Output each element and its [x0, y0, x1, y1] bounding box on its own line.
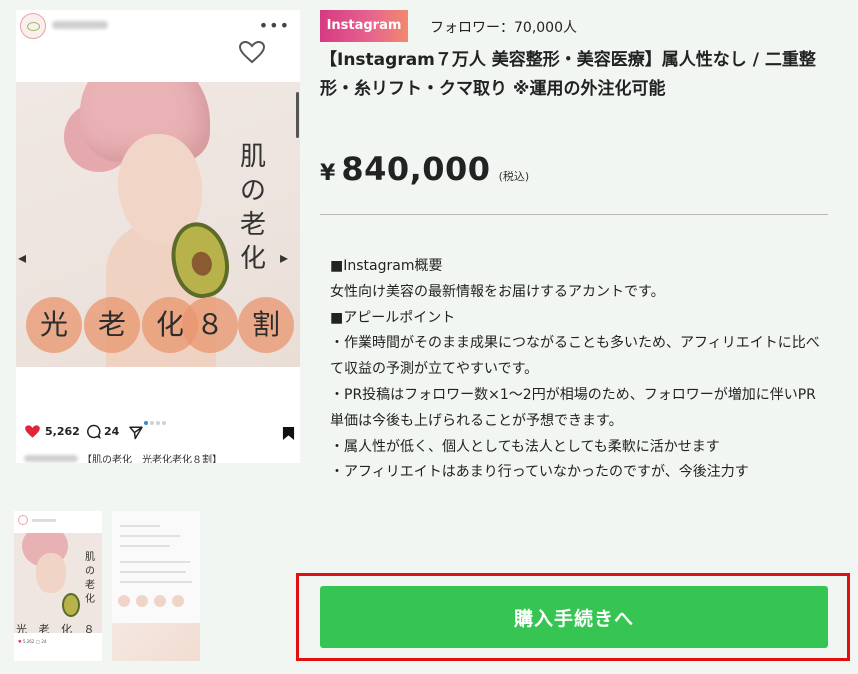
- purchase-button[interactable]: 購入手続きへ: [320, 586, 828, 648]
- share-icon[interactable]: [128, 425, 144, 440]
- post-photo[interactable]: 肌 の 老 化 光 老 化 ８ 割: [16, 82, 300, 367]
- blurred-account-name: [52, 21, 108, 29]
- thumbnail-profile-screenshot: [112, 511, 200, 661]
- thumbnail-2[interactable]: [112, 511, 200, 661]
- followers-count: フォロワー：70,000人: [430, 20, 577, 36]
- post-actions: 5,262 24: [24, 424, 295, 444]
- post-caption: 【肌の老化 光老化老化８割】: [24, 451, 222, 463]
- image-scrollbar[interactable]: [296, 92, 299, 138]
- thumbnail-photo: 肌 の 老 化 光 老 化 ８ 割: [14, 533, 102, 633]
- comment-icon: [87, 424, 101, 439]
- chevron-left-icon[interactable]: ◂: [18, 248, 26, 267]
- description-line: ・作業時間がそのまま成果につながることも多いため、アフィリエイトに比べて収益の予…: [330, 335, 820, 378]
- heart-filled-icon: [25, 425, 40, 438]
- comments-count[interactable]: 24: [86, 424, 119, 439]
- image-vertical-text: 肌 の 老 化: [239, 142, 266, 274]
- description-line: 女性向け美容の最新情報をお届けするアカントです。: [330, 283, 665, 300]
- account-avatar: [20, 13, 46, 39]
- heart-outline-icon[interactable]: [238, 40, 266, 64]
- bookmark-icon[interactable]: [282, 426, 295, 441]
- blurred-username: [24, 455, 78, 462]
- post-header: •••: [16, 10, 300, 42]
- thumbnail-row-text: 光 老 化 ８ 割: [16, 623, 102, 633]
- post-image-card: ••• 肌 の 老 化 光 老 化 ８ 割 ◂ ▸ 5,262 24 【肌の老化…: [16, 10, 300, 463]
- product-title: 【Instagram７万人 美容整形・美容医療】属人性なし / 二重整形・糸リフ…: [320, 50, 816, 99]
- description-line: ・属人性が低く、個人としても法人としても柔軟に活かせます: [330, 438, 720, 455]
- more-dots-icon[interactable]: •••: [259, 16, 290, 35]
- description-line: ・PR投稿はフォロワー数×1〜2円が相場のため、フォロワーが増加に伴いPR単価は…: [330, 386, 816, 429]
- thumbnail-actions-text: ♥ 5,262 ◯ 24: [18, 639, 47, 644]
- thumbnail-1[interactable]: 肌 の 老 化 光 老 化 ８ 割 ♥ 5,262 ◯ 24: [14, 511, 102, 661]
- tax-note: (税込): [498, 170, 530, 183]
- chevron-right-icon[interactable]: ▸: [280, 248, 288, 267]
- price: ¥ 840,000 (税込): [320, 150, 529, 188]
- image-circle-text: 光 老 化 ８ 割: [16, 297, 300, 355]
- description-line: ■Instagram概要: [330, 258, 443, 274]
- thumbnail-vertical-text: 肌 の 老 化: [85, 552, 95, 605]
- divider: [320, 214, 828, 215]
- platform-badge: Instagram: [320, 10, 408, 42]
- description-line: ■アピールポイント: [330, 309, 456, 326]
- price-value: 840,000: [341, 150, 491, 188]
- likes-count[interactable]: 5,262: [24, 424, 80, 439]
- description-line: ・アフィリエイトはあまり行っていなかったのですが、今後注力す: [330, 464, 749, 481]
- product-description[interactable]: ■Instagram概要 女性向け美容の最新情報をお届けするアカントです。 ■ア…: [330, 254, 820, 502]
- currency-symbol: ¥: [320, 161, 336, 186]
